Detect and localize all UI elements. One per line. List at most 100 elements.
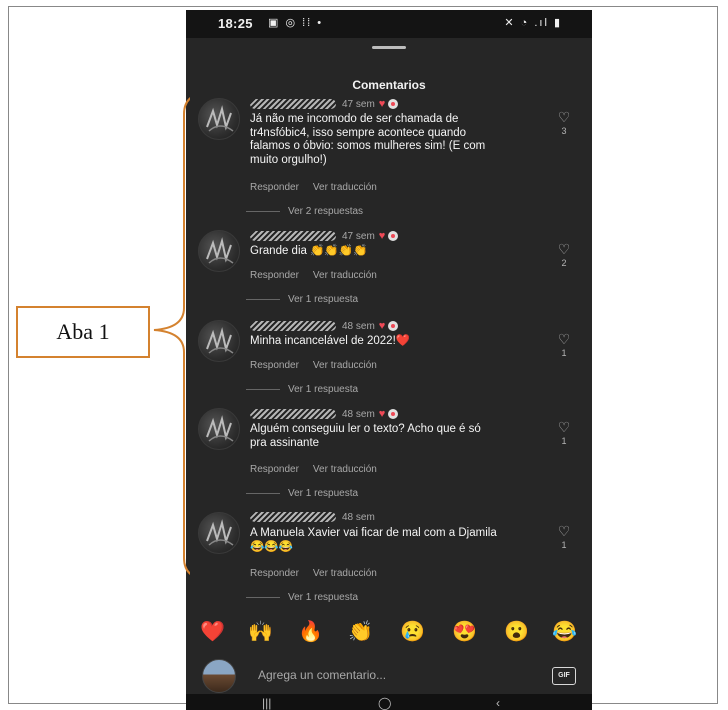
comment-input[interactable]: Agrega un comentario... <box>258 668 386 682</box>
author-avatar-icon <box>388 321 399 332</box>
sheet-drag-handle[interactable] <box>372 46 406 49</box>
recents-icon[interactable]: ||| <box>262 696 271 710</box>
comment-item: 47 sem ♥ Já não me incomodo de ser chamad… <box>186 98 592 218</box>
author-liked-heart-icon: ♥ <box>378 320 386 332</box>
author-liked-heart-icon: ♥ <box>378 408 386 420</box>
heart-outline-icon: ♡ <box>557 419 571 435</box>
translate-button[interactable]: Ver traducción <box>313 270 377 281</box>
comment-time: 47 sem <box>342 99 375 110</box>
gif-button[interactable]: GIF <box>552 667 576 685</box>
view-replies-label: Ver 1 respuesta <box>288 294 359 305</box>
comment-header: 48 sem ♥ <box>250 320 399 332</box>
username-scribble[interactable] <box>250 231 336 242</box>
comment-time: 48 sem <box>342 321 375 332</box>
status-bar: 18:25 ▣ ◎ ⁞⁞ • ✕ ◔ .ıl ▮ <box>186 10 592 38</box>
home-icon[interactable]: ◯ <box>378 696 391 710</box>
reaction-heart[interactable]: ❤️ <box>200 620 225 644</box>
reaction-raised-hands[interactable]: 🙌 <box>248 620 273 644</box>
view-replies-button[interactable]: Ver 1 respuesta <box>246 384 358 395</box>
annotation-label: Aba 1 <box>16 306 150 358</box>
replies-divider <box>246 492 280 494</box>
reaction-clap[interactable]: 👏 <box>348 620 373 644</box>
comment-time: 48 sem <box>342 409 375 420</box>
comment-actions: Responder Ver traducción <box>250 568 391 579</box>
reply-button[interactable]: Responder <box>250 270 299 281</box>
translate-button[interactable]: Ver traducción <box>313 464 377 475</box>
like-button[interactable]: ♡ 1 <box>554 524 574 550</box>
author-avatar-icon <box>388 231 399 242</box>
author-liked-heart-icon: ♥ <box>378 230 386 242</box>
replies-divider <box>246 596 280 598</box>
sheet-title: Comentarios <box>352 78 426 92</box>
like-button[interactable]: ♡ 3 <box>554 110 574 136</box>
like-count: 2 <box>561 258 567 268</box>
comment-header: 47 sem ♥ <box>250 230 399 242</box>
author-avatar-icon <box>388 99 399 110</box>
comment-item: 48 sem A Manuela Xavier vai ficar de mal… <box>186 512 592 608</box>
comment-actions: Responder Ver traducción <box>250 270 391 281</box>
current-user-avatar <box>202 659 236 693</box>
comment-actions: Responder Ver traducción <box>250 464 391 475</box>
translate-button[interactable]: Ver traducción <box>313 360 377 371</box>
reply-button[interactable]: Responder <box>250 568 299 579</box>
heart-outline-icon: ♡ <box>557 331 571 347</box>
like-button[interactable]: ♡ 1 <box>554 420 574 446</box>
comment-item: 47 sem ♥ Grande dia 👏👏👏👏 Responder Ver tra… <box>186 230 592 310</box>
heart-outline-icon: ♡ <box>557 241 571 257</box>
replies-divider <box>246 388 280 390</box>
reaction-heart-eyes[interactable]: 😍 <box>452 620 477 644</box>
like-button[interactable]: ♡ 2 <box>554 242 574 268</box>
reply-button[interactable]: Responder <box>250 464 299 475</box>
notification-icons: ▣ ◎ ⁞⁞ • <box>268 17 324 29</box>
view-replies-label: Ver 1 respuesta <box>288 488 359 499</box>
comment-text: Já não me incomodo de ser chamada de tr4… <box>250 113 486 166</box>
reaction-fire[interactable]: 🔥 <box>298 620 323 644</box>
username-scribble[interactable] <box>250 512 336 523</box>
comment-text: Alguém conseguiu ler o texto? Acho que é… <box>250 423 481 449</box>
avatar[interactable] <box>198 512 240 554</box>
reaction-laughing[interactable]: 😂 <box>552 620 577 644</box>
comment-time: 48 sem <box>342 512 375 523</box>
annotation-brace <box>153 97 190 575</box>
reply-button[interactable]: Responder <box>250 360 299 371</box>
phone-screen: 18:25 ▣ ◎ ⁞⁞ • ✕ ◔ .ıl ▮ Comentarios 47 … <box>186 10 592 710</box>
comment-text: Grande dia 👏👏👏👏 <box>250 245 368 257</box>
comment-header: 48 sem <box>250 512 375 523</box>
comment-composer: Agrega un comentario... GIF <box>186 655 592 695</box>
like-count: 1 <box>561 540 567 550</box>
comment-item: 48 sem ♥ Alguém conseguiu ler o texto? Ac… <box>186 408 592 504</box>
reaction-crying[interactable]: 😢 <box>400 620 425 644</box>
replies-divider <box>246 298 280 300</box>
system-nav-bar: ||| ◯ ‹ <box>186 694 592 710</box>
view-replies-label: Ver 2 respuestas <box>288 206 364 217</box>
author-liked-heart-icon: ♥ <box>378 98 386 110</box>
avatar[interactable] <box>198 98 240 140</box>
comment-actions: Responder Ver traducción <box>250 360 391 371</box>
view-replies-button[interactable]: Ver 1 respuesta <box>246 488 358 499</box>
comment-actions: Responder Ver traducción <box>250 182 391 193</box>
back-icon[interactable]: ‹ <box>496 696 500 710</box>
comment-item: 48 sem ♥ Minha incancelável de 2022!❤️ Re… <box>186 320 592 400</box>
like-count: 3 <box>561 126 567 136</box>
system-icons: ✕ ◔ .ıl ▮ <box>504 17 562 29</box>
reaction-surprised[interactable]: 😮 <box>504 620 529 644</box>
status-time: 18:25 <box>218 16 253 31</box>
quick-reactions-bar: ❤️ 🙌 🔥 👏 😢 😍 😮 😂 <box>186 620 592 646</box>
reply-button[interactable]: Responder <box>250 182 299 193</box>
username-scribble[interactable] <box>250 321 336 332</box>
username-scribble[interactable] <box>250 99 336 110</box>
view-replies-label: Ver 1 respuesta <box>288 384 359 395</box>
avatar[interactable] <box>198 230 240 272</box>
view-replies-label: Ver 1 respuesta <box>288 592 359 603</box>
avatar[interactable] <box>198 320 240 362</box>
avatar[interactable] <box>198 408 240 450</box>
translate-button[interactable]: Ver traducción <box>313 568 377 579</box>
heart-outline-icon: ♡ <box>557 109 571 125</box>
username-scribble[interactable] <box>250 409 336 420</box>
view-replies-button[interactable]: Ver 2 respuestas <box>246 206 363 217</box>
view-replies-button[interactable]: Ver 1 respuesta <box>246 592 358 603</box>
translate-button[interactable]: Ver traducción <box>313 182 377 193</box>
like-button[interactable]: ♡ 1 <box>554 332 574 358</box>
view-replies-button[interactable]: Ver 1 respuesta <box>246 294 358 305</box>
comment-time: 47 sem <box>342 231 375 242</box>
